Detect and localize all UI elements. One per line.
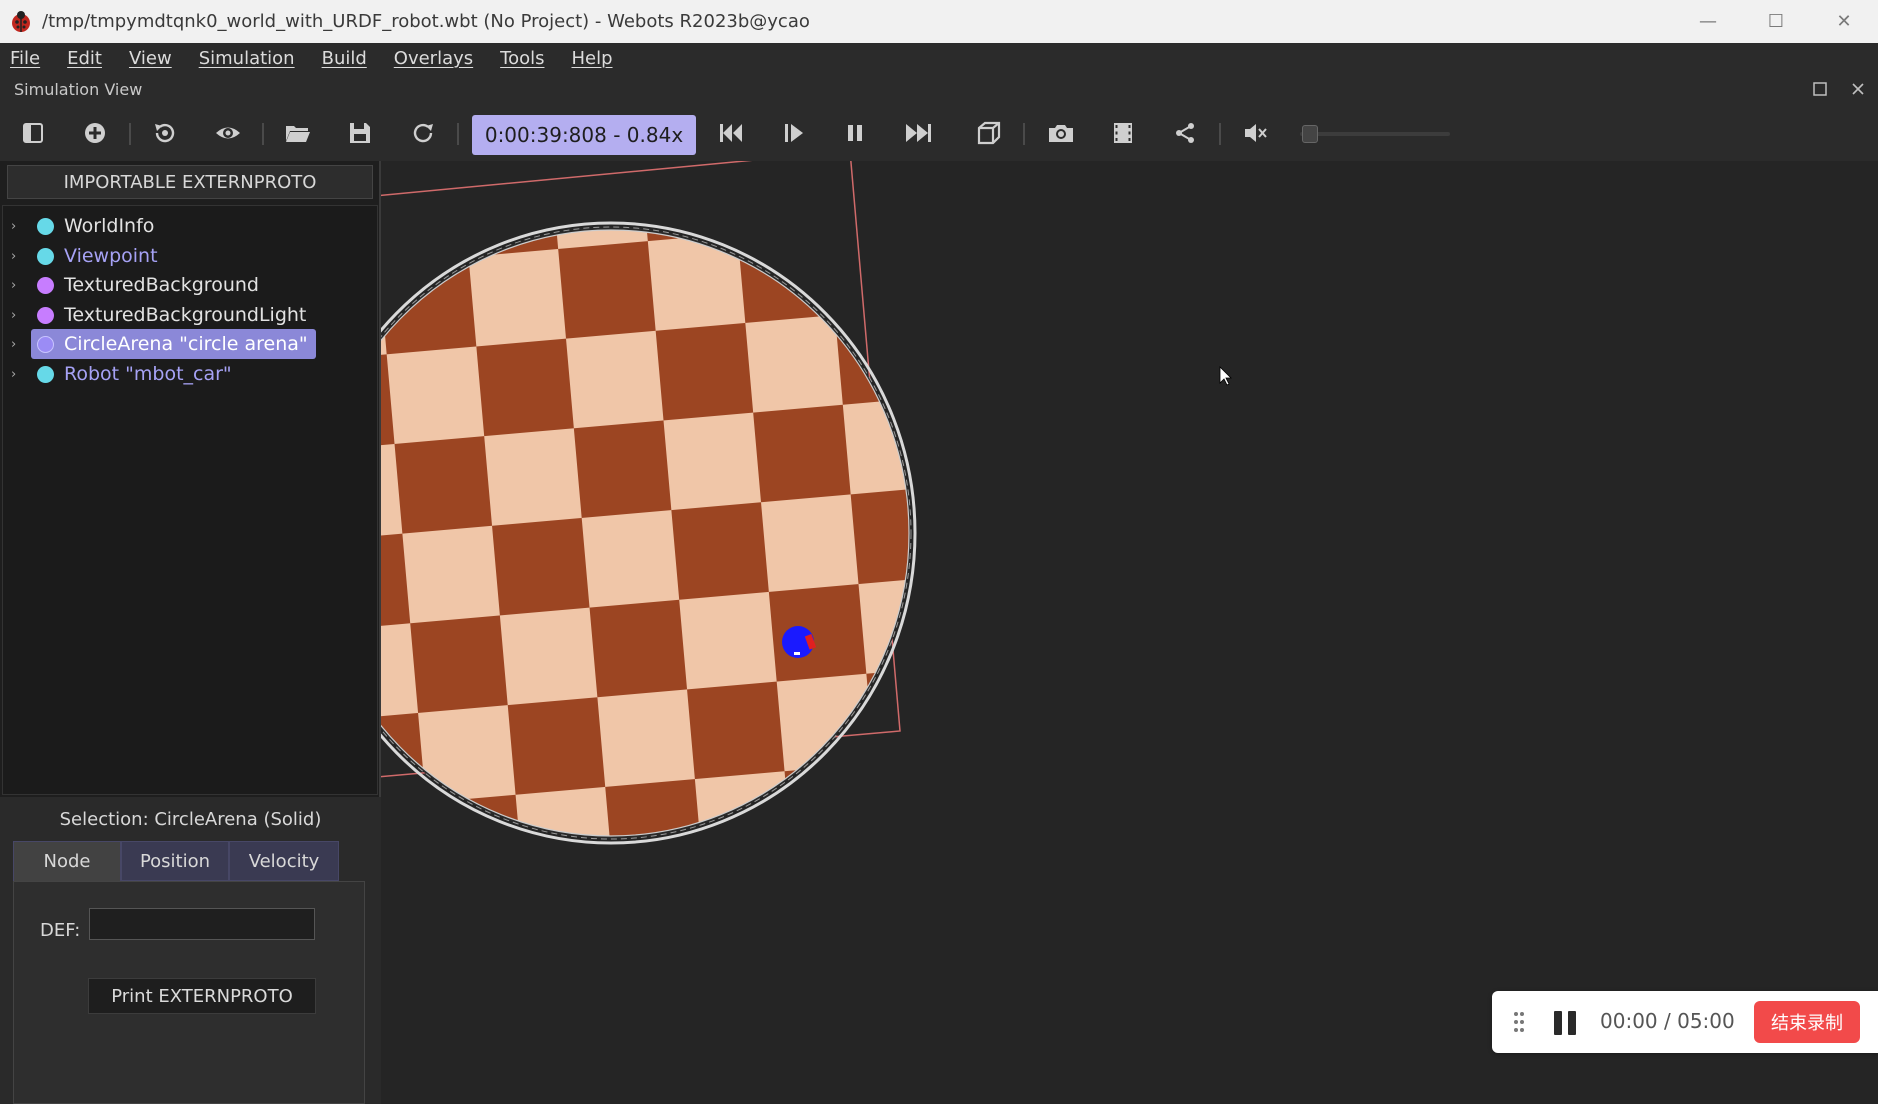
close-panel-icon[interactable] bbox=[1848, 79, 1868, 99]
reset-simulation-icon[interactable] bbox=[713, 115, 749, 151]
menu-edit[interactable]: Edit bbox=[63, 48, 106, 69]
open-world-icon[interactable] bbox=[280, 115, 316, 151]
node-dot-icon bbox=[37, 247, 54, 265]
close-window-button[interactable]: ✕ bbox=[1810, 0, 1878, 43]
node-editor-panel: Selection: CircleArena (Solid) Node Posi… bbox=[0, 797, 381, 1104]
stop-recording-button[interactable]: 结束录制 bbox=[1754, 1001, 1860, 1043]
tree-node-texturedbackgroundlight[interactable]: › TexturedBackgroundLight bbox=[3, 301, 306, 329]
tab-position[interactable]: Position bbox=[121, 841, 229, 881]
add-node-icon[interactable] bbox=[77, 115, 113, 151]
menu-build[interactable]: Build bbox=[318, 48, 371, 69]
window-title: /tmp/tmpymdtqnk0_world_with_URDF_robot.w… bbox=[42, 11, 810, 32]
chevron-right-icon[interactable]: › bbox=[11, 308, 25, 323]
tree-node-label: Viewpoint bbox=[64, 245, 158, 267]
tree-node-viewpoint[interactable]: › Viewpoint bbox=[3, 242, 158, 270]
menu-simulation[interactable]: Simulation bbox=[195, 48, 299, 69]
fast-forward-icon[interactable] bbox=[900, 115, 936, 151]
pause-recording-icon[interactable] bbox=[1554, 1011, 1578, 1035]
tree-node-label: TexturedBackgroundLight bbox=[64, 304, 307, 326]
toggle-scene-tree-icon[interactable] bbox=[15, 115, 51, 151]
pause-icon[interactable] bbox=[837, 115, 873, 151]
menu-tools[interactable]: Tools bbox=[496, 48, 548, 69]
arena-render bbox=[381, 161, 1232, 845]
def-label: DEF: bbox=[40, 920, 81, 941]
tab-velocity[interactable]: Velocity bbox=[229, 841, 339, 881]
node-tab-content: DEF: Print EXTERNPROTO bbox=[13, 881, 365, 1104]
tree-node-texturedbackground[interactable]: › TexturedBackground bbox=[3, 271, 259, 299]
menu-file[interactable]: File bbox=[6, 48, 44, 69]
simulation-view-header: Simulation View bbox=[0, 73, 1878, 105]
chevron-right-icon[interactable]: › bbox=[11, 278, 25, 293]
rendering-toggle-icon[interactable] bbox=[971, 115, 1007, 151]
webots-window: /tmp/tmpymdtqnk0_world_with_URDF_robot.w… bbox=[0, 0, 1878, 1104]
mouse-cursor bbox=[1219, 366, 1232, 386]
chevron-right-icon[interactable]: › bbox=[11, 367, 25, 382]
record-movie-icon[interactable] bbox=[1105, 115, 1141, 151]
selection-label: Selection: CircleArena (Solid) bbox=[59, 809, 322, 830]
recording-time: 00:00 / 05:00 bbox=[1600, 1009, 1735, 1033]
node-dot-icon bbox=[37, 217, 54, 235]
tab-node[interactable]: Node bbox=[13, 841, 121, 881]
menu-view[interactable]: View bbox=[125, 48, 176, 69]
def-input[interactable] bbox=[89, 908, 315, 940]
volume-slider-handle[interactable] bbox=[1302, 125, 1318, 143]
mute-sound-icon[interactable] bbox=[1238, 115, 1274, 151]
chevron-right-icon[interactable]: › bbox=[11, 219, 25, 234]
menu-overlays[interactable]: Overlays bbox=[390, 48, 477, 69]
node-dot-icon bbox=[37, 365, 54, 383]
print-externproto-button[interactable]: Print EXTERNPROTO bbox=[88, 978, 316, 1014]
maximize-button[interactable]: ☐ bbox=[1742, 0, 1810, 43]
node-dot-icon bbox=[37, 306, 54, 324]
node-editor-tabs: Node Position Velocity bbox=[13, 841, 339, 881]
webots-ladybug-icon bbox=[12, 10, 30, 32]
chevron-right-icon[interactable]: › bbox=[11, 337, 25, 352]
importable-externproto-button[interactable]: IMPORTABLE EXTERNPROTO bbox=[7, 165, 373, 199]
tree-node-circlearena[interactable]: › CircleArena "circle arena" bbox=[3, 329, 316, 359]
simulation-view-label: Simulation View bbox=[14, 79, 143, 99]
drag-handle-icon[interactable] bbox=[1512, 1010, 1526, 1034]
3d-viewport[interactable] bbox=[381, 161, 1878, 1104]
tree-node-label: WorldInfo bbox=[64, 215, 155, 237]
toolbar: 0:00:39:808 - 0.84x bbox=[0, 105, 1878, 161]
chevron-right-icon[interactable]: › bbox=[11, 249, 25, 264]
reset-view-icon[interactable] bbox=[147, 115, 183, 151]
tree-node-worldinfo[interactable]: › WorldInfo bbox=[3, 212, 154, 240]
screenshot-camera-icon[interactable] bbox=[1043, 115, 1079, 151]
volume-slider-track[interactable] bbox=[1300, 132, 1450, 136]
save-world-icon[interactable] bbox=[342, 115, 378, 151]
tree-node-label: Robot "mbot_car" bbox=[64, 363, 232, 385]
tree-node-robot[interactable]: › Robot "mbot_car" bbox=[3, 360, 232, 388]
scene-tree: › WorldInfo › Viewpoint › TexturedBackgr… bbox=[2, 205, 378, 795]
tree-node-label: TexturedBackground bbox=[64, 274, 259, 296]
view-eye-icon[interactable] bbox=[210, 115, 246, 151]
menu-help[interactable]: Help bbox=[567, 48, 616, 69]
node-dot-icon bbox=[37, 276, 54, 294]
node-dot-icon bbox=[37, 335, 54, 353]
step-play-icon[interactable] bbox=[776, 115, 812, 151]
share-icon[interactable] bbox=[1167, 115, 1203, 151]
tree-node-label: CircleArena "circle arena" bbox=[64, 333, 308, 355]
scene-tree-panel: IMPORTABLE EXTERNPROTO › WorldInfo › Vie… bbox=[0, 161, 381, 1104]
screen-recorder-widget: 00:00 / 05:00 结束录制 bbox=[1492, 991, 1878, 1053]
menu-bar: File Edit View Simulation Build Overlays… bbox=[0, 43, 1878, 73]
minimize-button[interactable]: — bbox=[1674, 0, 1742, 43]
simulation-time-display: 0:00:39:808 - 0.84x bbox=[472, 115, 696, 155]
reload-world-icon[interactable] bbox=[405, 115, 441, 151]
float-panel-icon[interactable] bbox=[1810, 79, 1830, 99]
checkered-floor bbox=[381, 230, 909, 836]
title-bar: /tmp/tmpymdtqnk0_world_with_URDF_robot.w… bbox=[0, 0, 1878, 43]
